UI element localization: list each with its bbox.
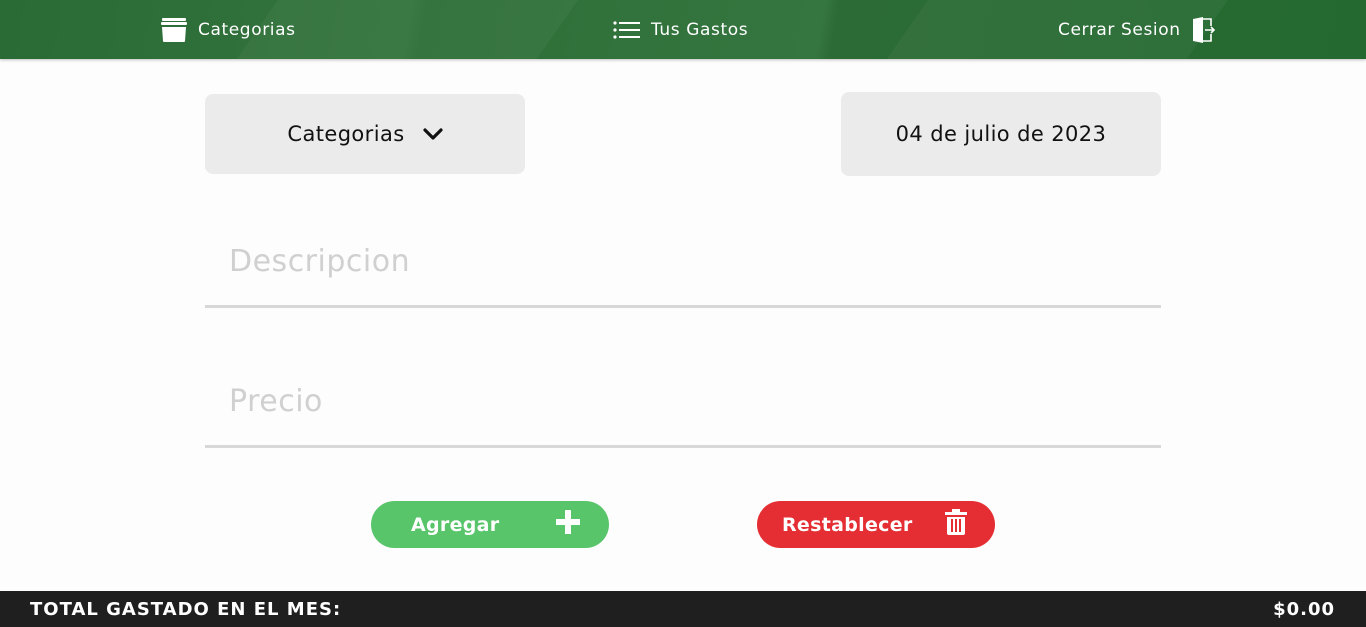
reset-button-label: Restablecer	[782, 513, 913, 536]
reset-button[interactable]: Restablecer	[757, 501, 995, 548]
top-navbar: Categorias Tus Gastos Cerrar Sesion	[0, 0, 1366, 59]
nav-categorias-label: Categorias	[198, 19, 296, 40]
date-picker[interactable]: 04 de julio de 2023	[841, 92, 1161, 176]
total-label: TOTAL GASTADO EN EL MES:	[30, 598, 342, 620]
nav-tus-gastos-link[interactable]: Tus Gastos	[613, 0, 748, 59]
chevron-down-icon	[422, 122, 443, 146]
footer-total-bar: TOTAL GASTADO EN EL MES: $0.00	[0, 591, 1366, 627]
trash-icon	[945, 509, 967, 540]
nav-gastos-label: Tus Gastos	[651, 19, 749, 40]
price-input[interactable]	[205, 358, 1161, 448]
archive-box-icon	[160, 17, 188, 43]
logout-label: Cerrar Sesion	[1058, 19, 1181, 40]
logout-door-icon	[1191, 16, 1215, 43]
add-button[interactable]: Agregar	[371, 501, 609, 548]
list-icon	[613, 20, 641, 40]
category-select-label: Categorias	[287, 122, 405, 146]
plus-icon	[555, 509, 581, 540]
total-value: $0.00	[1273, 598, 1335, 620]
add-button-label: Agregar	[411, 513, 500, 536]
date-label: 04 de julio de 2023	[895, 122, 1107, 146]
logout-link[interactable]: Cerrar Sesion	[1058, 0, 1215, 59]
category-select[interactable]: Categorias	[205, 94, 525, 174]
nav-categorias-link[interactable]: Categorias	[160, 0, 296, 59]
description-input[interactable]	[205, 218, 1161, 308]
